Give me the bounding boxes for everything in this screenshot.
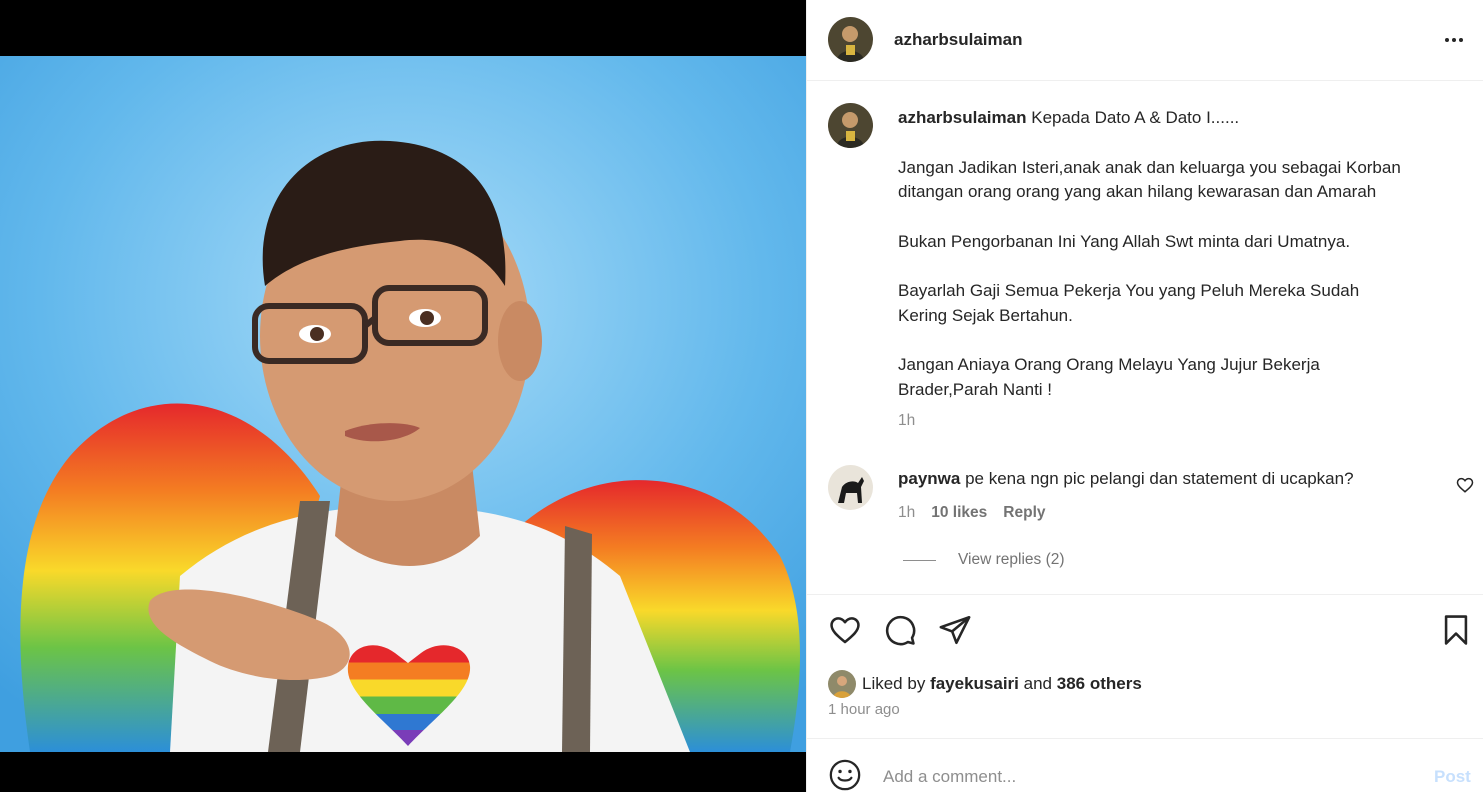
comment-composer: Post xyxy=(807,738,1483,792)
comment-text: pe kena ngn pic pelangi dan statement di… xyxy=(965,469,1354,488)
post-timestamp[interactable]: 1 hour ago xyxy=(828,701,900,718)
commenter-avatar[interactable] xyxy=(828,465,873,510)
likes-summary: Liked by fayekusairi and 386 others xyxy=(828,670,1142,698)
comment-timestamp: 1h xyxy=(898,504,916,521)
post-caption: azharbsulaiman Kepada Dato A & Dato I...… xyxy=(898,106,1458,402)
caption-line: Bukan Pengorbanan Ini Yang Allah Swt min… xyxy=(898,231,1351,251)
caption-line: Jangan Aniaya Orang Orang Melayu Yang Ju… xyxy=(898,355,1320,374)
caption-author-avatar[interactable] xyxy=(828,103,873,148)
post-image[interactable] xyxy=(0,56,806,752)
liked-by-joiner: and xyxy=(1023,674,1053,693)
media-letterbox-top xyxy=(0,0,806,56)
liker-avatar[interactable] xyxy=(828,670,856,698)
comment-heart-icon[interactable] xyxy=(1456,476,1474,494)
post-panel: azharbsulaiman azharbsulaiman Kepada Dat… xyxy=(806,0,1483,792)
more-dot xyxy=(1459,38,1463,42)
liked-by-others[interactable]: 386 others xyxy=(1057,674,1142,694)
post-header: azharbsulaiman xyxy=(807,0,1483,81)
caption-text: Kepada Dato A & Dato I...... xyxy=(1031,108,1240,127)
caption-line: Bayarlah Gaji Semua Pekerja You yang Pel… xyxy=(898,281,1360,300)
view-replies-label: View replies (2) xyxy=(958,551,1065,568)
comment-likes-count[interactable]: 10 likes xyxy=(931,504,987,522)
caption-timestamp: 1h xyxy=(898,412,916,429)
caption-line: Jangan Jadikan Isteri,anak anak dan kelu… xyxy=(898,157,1401,177)
caption-line: Kering Sejak Bertahun. xyxy=(898,305,1073,325)
comment-body: paynwa pe kena ngn pic pelangi dan state… xyxy=(898,468,1443,490)
bookmark-icon[interactable] xyxy=(1439,613,1473,647)
commenter-username[interactable]: paynwa xyxy=(898,469,960,488)
caption-line: ditangan orang orang yang akan hilang ke… xyxy=(898,182,1377,201)
more-dot xyxy=(1445,38,1449,42)
heart-icon[interactable] xyxy=(828,613,862,647)
more-options-icon[interactable] xyxy=(1439,28,1469,52)
author-avatar[interactable] xyxy=(828,17,873,62)
view-replies-button[interactable]: View replies (2) xyxy=(903,551,1065,569)
view-replies-line xyxy=(903,559,936,561)
action-bar xyxy=(807,594,1483,664)
caption-line: azharbsulaiman Kepada Dato A & Dato I...… xyxy=(898,106,1458,131)
comment-meta: 1h 10 likes Reply xyxy=(898,504,1046,522)
comment-input[interactable] xyxy=(883,764,1383,790)
caption-line: Brader,Parah Nanti ! xyxy=(898,379,1053,399)
author-username[interactable]: azharbsulaiman xyxy=(894,30,1023,50)
post-media xyxy=(0,0,806,792)
comment-reply-button[interactable]: Reply xyxy=(1003,504,1045,522)
liked-by-user[interactable]: fayekusairi xyxy=(930,674,1019,694)
caption-username[interactable]: azharbsulaiman xyxy=(898,108,1027,127)
more-dot xyxy=(1452,38,1456,42)
post-comment-button[interactable]: Post xyxy=(1434,767,1471,787)
media-letterbox-bottom xyxy=(0,752,806,792)
comment-bubble-icon[interactable] xyxy=(883,613,917,647)
emoji-smile-icon[interactable] xyxy=(828,758,862,792)
send-paper-plane-icon[interactable] xyxy=(938,613,972,647)
liked-by-prefix: Liked by xyxy=(862,674,926,693)
